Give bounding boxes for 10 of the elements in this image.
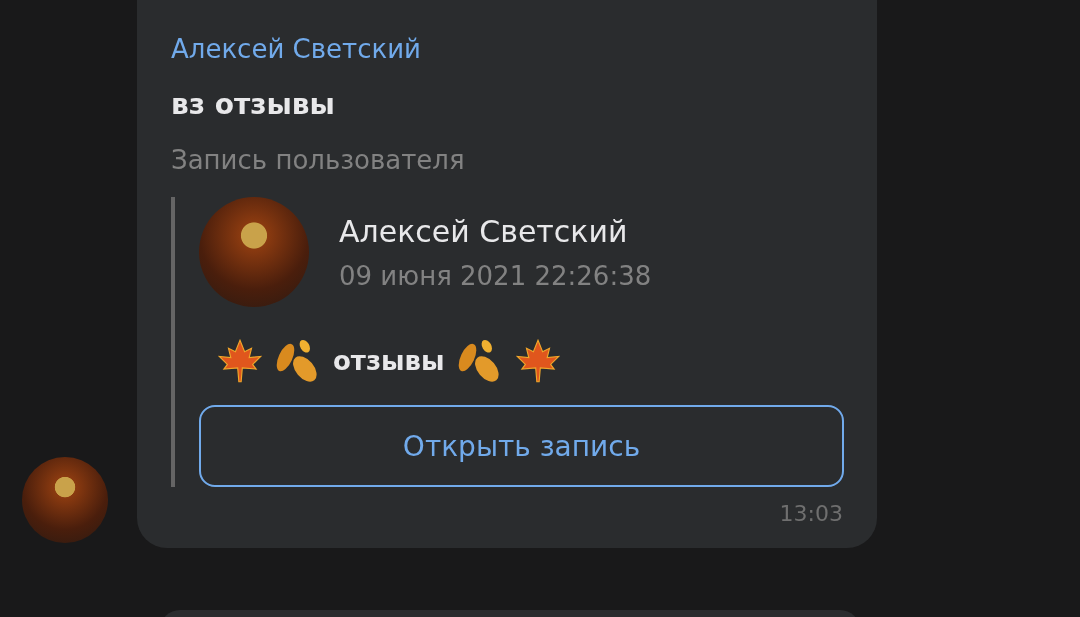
- open-post-button[interactable]: Открыть запись: [199, 405, 844, 487]
- sender-name[interactable]: Алексей Светский: [171, 34, 843, 64]
- attachment-label: Запись пользователя: [171, 145, 466, 175]
- post-text: отзывы: [333, 346, 445, 376]
- post-date: 09 июня 2021 22:26:38: [339, 260, 652, 291]
- message-time: 13:03: [778, 501, 843, 526]
- message-text: вз отзывы: [171, 88, 336, 121]
- post-author[interactable]: Алексей Светский: [339, 213, 652, 249]
- maple-leaf-icon: [514, 338, 561, 384]
- maple-leaf-icon: [217, 338, 263, 384]
